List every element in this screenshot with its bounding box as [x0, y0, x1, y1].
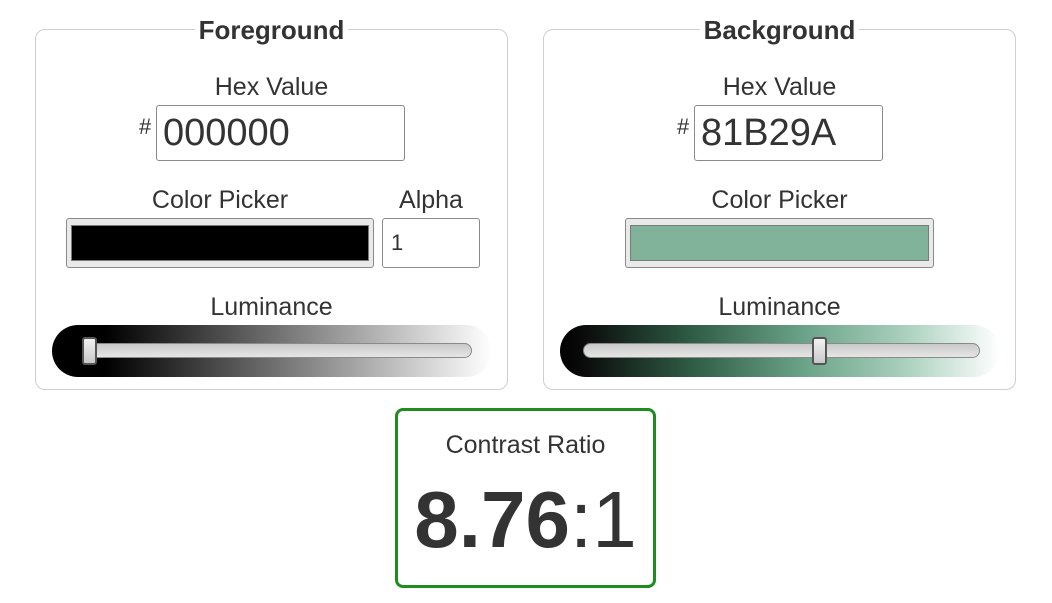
contrast-ratio-label: Contrast Ratio [445, 431, 606, 459]
foreground-hex-label: Hex Value [214, 73, 329, 101]
background-color-picker-label: Color Picker [711, 186, 848, 214]
background-color-picker[interactable] [625, 218, 934, 268]
foreground-panel: Foreground Hex Value # Color Picker Alph… [35, 15, 508, 390]
background-hex-label: Hex Value [722, 73, 837, 101]
foreground-color-picker[interactable] [66, 218, 374, 268]
background-title-text: Background [699, 15, 860, 45]
contrast-ratio-suffix: :1 [569, 475, 637, 564]
background-luminance-slider[interactable] [560, 325, 1000, 377]
background-color-swatch [630, 225, 929, 261]
background-luminance-rail[interactable] [583, 343, 980, 358]
alpha-label: Alpha [399, 186, 463, 214]
foreground-hash-symbol: # [139, 114, 152, 139]
contrast-ratio-value: 8.76:1 [398, 475, 653, 565]
foreground-luminance-rail[interactable] [82, 343, 472, 358]
contrast-ratio-number: 8.76 [414, 475, 570, 564]
foreground-luminance-label: Luminance [210, 293, 333, 321]
foreground-hex-input[interactable] [156, 105, 405, 161]
foreground-color-swatch [71, 225, 369, 261]
contrast-ratio-box: Contrast Ratio 8.76:1 [395, 408, 656, 588]
foreground-color-picker-label: Color Picker [151, 186, 289, 214]
foreground-title: Foreground [36, 14, 507, 46]
foreground-title-text: Foreground [194, 15, 349, 45]
background-panel: Background Hex Value # Color Picker Lumi… [543, 15, 1016, 390]
alpha-input[interactable] [382, 218, 480, 268]
background-hash-symbol: # [677, 114, 690, 139]
foreground-luminance-slider[interactable] [52, 325, 492, 377]
background-hex-input[interactable] [694, 105, 883, 161]
background-luminance-thumb[interactable] [812, 337, 828, 365]
foreground-luminance-thumb[interactable] [82, 337, 97, 365]
background-title: Background [544, 14, 1015, 46]
background-luminance-label: Luminance [718, 293, 841, 321]
